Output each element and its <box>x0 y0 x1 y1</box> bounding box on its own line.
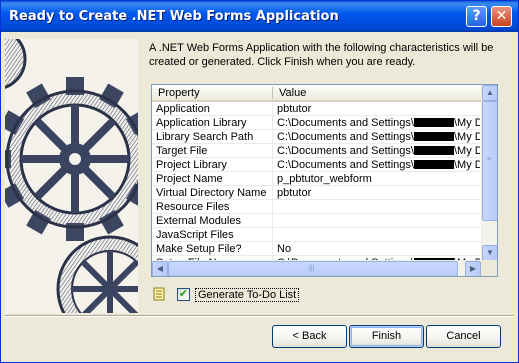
property-cell: Application <box>156 103 210 115</box>
properties-grid[interactable]: Property Value Application pbtutor Applica… <box>151 84 498 277</box>
property-cell: JavaScript Files <box>156 229 234 241</box>
table-row[interactable]: Target File C:\Documents and Settings\ \My… <box>152 144 482 158</box>
scroll-down-button[interactable]: ▼ <box>482 245 497 261</box>
table-row[interactable]: Project Name p_pbtutor_webform <box>152 172 482 186</box>
value-cell: C:\Documents and Settings\ \My Do <box>277 131 480 143</box>
value-cell: pbtutor <box>277 103 480 115</box>
gears-image <box>5 39 138 313</box>
property-cell: Application Library <box>156 117 247 129</box>
wizard-dialog: Ready to Create .NET Web Forms Applicati… <box>0 0 519 363</box>
grid-header: Property Value <box>152 85 482 102</box>
table-row[interactable]: Make Setup File? No <box>152 242 482 256</box>
property-cell: Project Library <box>156 159 227 171</box>
window-title: Ready to Create .NET Web Forms Applicati… <box>9 9 339 24</box>
scroll-up-button[interactable]: ▲ <box>482 85 497 101</box>
generate-todo-label[interactable]: Generate To-Do List <box>195 288 300 302</box>
property-cell: Virtual Directory Name <box>156 187 267 199</box>
property-cell: External Modules <box>156 215 241 227</box>
redacted-block <box>413 146 454 155</box>
property-cell: Library Search Path <box>156 131 254 143</box>
button-divider <box>5 315 514 317</box>
property-cell: Target File <box>156 145 208 157</box>
property-cell: Resource Files <box>156 201 230 213</box>
value-text: C:\Documents and Settings\ <box>277 159 414 171</box>
table-row[interactable]: Application pbtutor <box>152 102 482 116</box>
property-cell: Make Setup File? <box>156 243 242 255</box>
value-suffix-text: \My Do <box>453 145 480 157</box>
value-suffix-text: \My Do <box>453 131 480 143</box>
horizontal-scrollbar[interactable]: ◀ ||| ▶ <box>152 260 497 276</box>
table-row[interactable]: External Modules <box>152 214 482 228</box>
redacted-block <box>413 160 454 169</box>
grip-icon: ||| <box>309 265 315 272</box>
value-text: C:\Documents and Settings\ <box>277 117 414 129</box>
close-button[interactable]: ✕ <box>491 6 512 27</box>
value-cell: No <box>277 243 480 255</box>
value-suffix-text: \My Do <box>453 117 480 129</box>
value-cell: C:\Documents and Settings\ \My Do <box>277 145 480 157</box>
table-row[interactable]: Virtual Directory Name pbtutor <box>152 186 482 200</box>
value-cell: C:\Documents and Settings\ \My Do <box>277 159 480 171</box>
help-button[interactable]: ? <box>466 6 487 27</box>
back-button[interactable]: < Back <box>272 325 347 348</box>
value-text: pbtutor <box>277 103 312 115</box>
value-text: C:\Documents and Settings\ <box>277 145 414 157</box>
size-box <box>481 260 497 276</box>
title-bar[interactable]: Ready to Create .NET Web Forms Applicati… <box>1 1 518 32</box>
table-row[interactable]: Application Library C:\Documents and Sett… <box>152 116 482 130</box>
scroll-left-button[interactable]: ◀ <box>152 261 168 276</box>
description-text: A .NET Web Forms Application with the fo… <box>149 42 494 68</box>
value-text: C:\Documents and Settings\ <box>277 131 414 143</box>
table-row[interactable]: Project Library C:\Documents and Settings… <box>152 158 482 172</box>
redacted-block <box>413 118 454 127</box>
column-separator[interactable] <box>272 87 273 99</box>
gears-illustration <box>5 39 138 313</box>
redacted-block <box>413 132 454 141</box>
column-header-property[interactable]: Property <box>158 87 200 99</box>
value-cell: C:\Documents and Settings\ \My Do <box>277 117 480 129</box>
value-text: No <box>277 243 292 255</box>
value-text: pbtutor <box>277 187 312 199</box>
value-cell: pbtutor <box>277 187 480 199</box>
generate-todo-label-text: Generate To-Do List <box>198 289 297 301</box>
horizontal-scroll-thumb[interactable]: ||| <box>168 261 458 276</box>
column-header-value[interactable]: Value <box>279 87 306 99</box>
grid-body: Application pbtutor Application Library C:\… <box>152 102 482 262</box>
value-suffix-text: \My Do <box>453 159 480 171</box>
vertical-scroll-thumb[interactable]: ≡ <box>482 101 497 221</box>
finish-button[interactable]: Finish <box>349 325 424 348</box>
scroll-right-button[interactable]: ▶ <box>465 261 481 276</box>
value-text: p_pbtutor_webform <box>277 173 372 185</box>
generate-todo-checkbox[interactable]: ✔ <box>177 288 190 301</box>
value-cell: p_pbtutor_webform <box>277 173 480 185</box>
todo-list-icon <box>153 287 165 301</box>
property-cell: Project Name <box>156 173 223 185</box>
grip-icon: ≡ <box>487 156 492 163</box>
cancel-button[interactable]: Cancel <box>426 325 501 348</box>
table-row[interactable]: Resource Files <box>152 200 482 214</box>
vertical-scrollbar[interactable]: ▲ ≡ ▼ <box>481 85 497 261</box>
table-row[interactable]: Library Search Path C:\Documents and Sett… <box>152 130 482 144</box>
table-row[interactable]: JavaScript Files <box>152 228 482 242</box>
